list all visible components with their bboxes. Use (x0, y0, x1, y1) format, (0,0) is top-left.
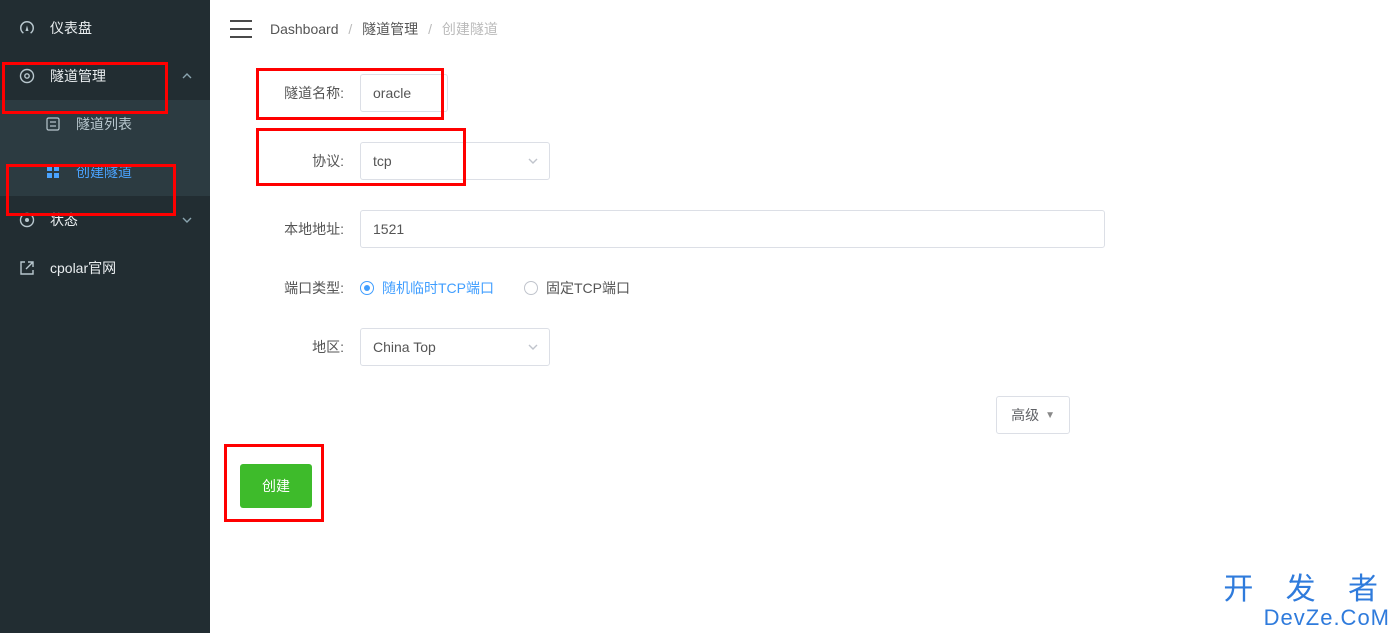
port-type-label: 端口类型: (240, 278, 350, 298)
tunnel-name-label: 隧道名称: (240, 83, 350, 103)
row-region: 地区: China Top (240, 328, 1370, 366)
sidebar-label-create-tunnel: 创建隧道 (76, 162, 192, 182)
protocol-value: tcp (373, 153, 392, 169)
breadcrumb-create-tunnel: 创建隧道 (442, 21, 498, 37)
sidebar-label-tunnel-list: 隧道列表 (76, 114, 192, 134)
row-local-addr: 本地地址: (240, 210, 1370, 248)
region-select[interactable]: China Top (360, 328, 550, 366)
breadcrumb-tunnel-mgmt[interactable]: 隧道管理 (362, 21, 418, 37)
sidebar-label-tunnel-mgmt: 隧道管理 (50, 66, 182, 86)
breadcrumb-dashboard[interactable]: Dashboard (270, 21, 339, 37)
chevron-down-icon (527, 341, 539, 353)
sidebar: 仪表盘 隧道管理 隧道列表 创建隧道 (0, 0, 210, 633)
radio-port-fixed-label: 固定TCP端口 (546, 278, 630, 298)
local-addr-label: 本地地址: (240, 219, 350, 239)
protocol-select[interactable]: tcp (360, 142, 550, 180)
sidebar-item-tunnel-mgmt[interactable]: 隧道管理 (0, 52, 210, 100)
create-button[interactable]: 创建 (240, 464, 312, 508)
topbar: Dashboard / 隧道管理 / 创建隧道 (210, 0, 1400, 58)
row-port-type: 端口类型: 随机临时TCP端口 固定TCP端口 (240, 278, 1370, 298)
radio-port-random[interactable]: 随机临时TCP端口 (360, 278, 494, 298)
create-button-label: 创建 (262, 478, 290, 494)
row-submit: 创建 (240, 464, 1370, 508)
sidebar-item-create-tunnel[interactable]: 创建隧道 (0, 148, 210, 196)
menu-toggle-icon[interactable] (230, 20, 252, 38)
status-icon (18, 211, 36, 229)
sidebar-submenu-tunnel: 隧道列表 创建隧道 (0, 100, 210, 196)
external-link-icon (18, 259, 36, 277)
dashboard-icon (18, 19, 36, 37)
breadcrumb: Dashboard / 隧道管理 / 创建隧道 (270, 19, 498, 39)
radio-dot-icon (360, 281, 374, 295)
sidebar-item-status[interactable]: 状态 (0, 196, 210, 244)
create-tunnel-form: 隧道名称: 协议: tcp 本地地址: (210, 58, 1400, 538)
sidebar-label-status: 状态 (50, 210, 182, 230)
row-advanced: 高级 ▼ (240, 396, 1370, 434)
sidebar-item-official-site[interactable]: cpolar官网 (0, 244, 210, 292)
gear-icon (18, 67, 36, 85)
chevron-down-icon (527, 155, 539, 167)
main: Dashboard / 隧道管理 / 创建隧道 隧道名称: 协议: tcp (210, 0, 1400, 633)
local-addr-input[interactable] (360, 210, 1105, 248)
chevron-down-icon (182, 215, 192, 225)
caret-down-icon: ▼ (1045, 410, 1055, 421)
radio-dot-icon (524, 281, 538, 295)
region-label: 地区: (240, 337, 350, 357)
advanced-label: 高级 (1011, 405, 1039, 425)
tunnel-name-input[interactable] (360, 74, 448, 112)
sidebar-label-dashboard: 仪表盘 (50, 18, 192, 38)
radio-port-fixed[interactable]: 固定TCP端口 (524, 278, 630, 298)
advanced-button[interactable]: 高级 ▼ (996, 396, 1070, 434)
sidebar-label-official-site: cpolar官网 (50, 258, 192, 278)
row-protocol: 协议: tcp (240, 142, 1370, 180)
sidebar-item-dashboard[interactable]: 仪表盘 (0, 4, 210, 52)
sidebar-item-tunnel-list[interactable]: 隧道列表 (0, 100, 210, 148)
row-tunnel-name: 隧道名称: (240, 74, 1370, 112)
radio-port-random-label: 随机临时TCP端口 (382, 278, 494, 298)
chevron-up-icon (182, 71, 192, 81)
region-value: China Top (373, 339, 436, 355)
protocol-label: 协议: (240, 151, 350, 171)
grid-icon (44, 163, 62, 181)
list-icon (44, 115, 62, 133)
